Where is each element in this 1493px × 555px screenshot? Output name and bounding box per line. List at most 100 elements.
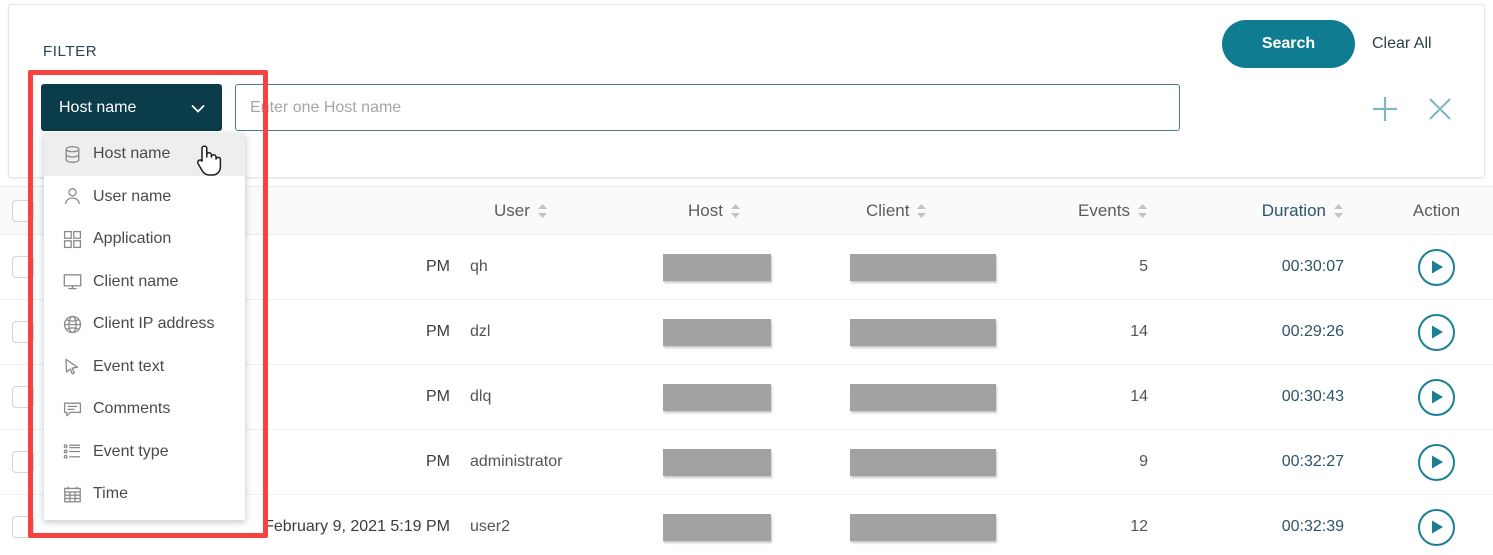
cell-events: 14 — [1130, 323, 1148, 340]
dropdown-item-label: Client name — [93, 272, 179, 290]
row-select-cell — [0, 516, 46, 538]
column-header-duration[interactable]: Duration — [1200, 201, 1380, 221]
cell-duration: 00:30:43 — [1281, 388, 1344, 405]
dropdown-item-application[interactable]: Application — [44, 218, 245, 261]
row-checkbox[interactable] — [12, 256, 34, 278]
cell-host — [660, 318, 850, 346]
cell-duration: 00:29:26 — [1281, 323, 1344, 340]
cell-duration: 00:32:39 — [1281, 518, 1344, 535]
row-checkbox[interactable] — [12, 516, 34, 538]
play-button[interactable] — [1418, 508, 1455, 546]
cell-user: qh — [470, 258, 488, 275]
add-filter-button[interactable] — [1368, 92, 1402, 126]
column-header-events[interactable]: Events — [1040, 201, 1200, 221]
cell-user: dlq — [470, 388, 492, 405]
cell-events: 9 — [1139, 453, 1148, 470]
play-button[interactable] — [1418, 378, 1455, 416]
play-icon — [1430, 259, 1444, 275]
globe-icon — [62, 314, 83, 335]
sort-icon[interactable] — [916, 203, 927, 219]
cell-action — [1380, 443, 1493, 481]
select-all-checkbox[interactable] — [12, 199, 34, 222]
sort-icon[interactable] — [730, 203, 741, 219]
comment-icon — [62, 399, 83, 420]
dropdown-item-comments[interactable]: Comments — [44, 388, 245, 431]
clear-all-button[interactable]: Clear All — [1372, 35, 1432, 53]
remove-filter-button[interactable] — [1423, 92, 1457, 126]
dropdown-item-label: Time — [93, 485, 128, 503]
cell-client — [850, 253, 1040, 281]
column-header-client-label: Client — [866, 200, 910, 220]
dropdown-item-event-text[interactable]: Event text — [44, 345, 245, 388]
grid-icon — [62, 229, 83, 250]
column-header-host-label: Host — [688, 200, 723, 220]
cell-client — [850, 513, 1040, 541]
cell-action — [1380, 248, 1493, 286]
cell-host — [660, 253, 850, 281]
database-icon — [62, 144, 83, 165]
list-icon — [62, 441, 83, 462]
filter-field-select-wrapper: Host name — [41, 84, 222, 131]
sort-icon[interactable] — [1333, 203, 1344, 219]
cell-client — [850, 448, 1040, 476]
cell-action — [1380, 313, 1493, 351]
column-header-action: Action — [1380, 201, 1493, 221]
row-select-cell — [0, 451, 46, 473]
column-header-user[interactable]: User — [470, 201, 660, 221]
redacted-host-value — [663, 383, 771, 411]
redacted-host-value — [663, 318, 771, 346]
search-button[interactable]: Search — [1222, 20, 1355, 68]
filter-field-dropdown-menu[interactable]: Host name User name Application Client n… — [44, 133, 245, 520]
cursor-icon — [62, 356, 83, 377]
dropdown-item-label: Application — [93, 230, 172, 248]
dropdown-item-label: User name — [93, 187, 172, 205]
play-icon — [1430, 389, 1444, 405]
filter-value-input[interactable] — [235, 84, 1180, 131]
chevron-down-icon — [188, 98, 208, 118]
play-icon — [1430, 324, 1444, 340]
filter-field-select[interactable]: Host name — [41, 84, 222, 131]
play-button[interactable] — [1418, 248, 1455, 286]
sort-icon[interactable] — [1137, 203, 1148, 219]
redacted-client-value — [850, 448, 996, 476]
dropdown-item-label: Comments — [93, 400, 171, 418]
cell-client — [850, 318, 1040, 346]
redacted-client-value — [850, 383, 996, 411]
cell-action — [1380, 508, 1493, 546]
app-root: FILTER Search Clear All Host name Enter … — [0, 0, 1493, 555]
row-checkbox[interactable] — [12, 451, 34, 473]
play-button[interactable] — [1418, 443, 1455, 481]
column-header-host[interactable]: Host — [660, 201, 850, 221]
filter-field-select-label: Host name — [59, 98, 137, 116]
redacted-host-value — [663, 253, 771, 281]
row-select-cell — [0, 386, 46, 408]
row-checkbox[interactable] — [12, 321, 34, 343]
cell-user: administrator — [470, 453, 563, 470]
cell-events: 12 — [1130, 518, 1148, 535]
dropdown-item-host-name[interactable]: Host name — [44, 133, 245, 176]
column-header-client[interactable]: Client — [850, 201, 1040, 221]
cell-duration: 00:32:27 — [1281, 453, 1344, 470]
dropdown-item-user-name[interactable]: User name — [44, 175, 245, 218]
play-icon — [1430, 519, 1444, 535]
cell-user: dzl — [470, 323, 491, 340]
dropdown-item-event-type[interactable]: Event type — [44, 430, 245, 473]
column-header-user-label: User — [494, 200, 530, 220]
sort-icon[interactable] — [537, 203, 548, 219]
cell-user: user2 — [470, 518, 511, 535]
column-header-events-label: Events — [1078, 200, 1130, 220]
dropdown-item-label: Client IP address — [93, 315, 215, 333]
redacted-host-value — [663, 448, 771, 476]
dropdown-item-time[interactable]: Time — [44, 473, 245, 516]
row-select-cell — [0, 321, 46, 343]
row-checkbox[interactable] — [12, 386, 34, 408]
column-header-action-label: Action — [1412, 200, 1461, 220]
dropdown-item-client-name[interactable]: Client name — [44, 260, 245, 303]
redacted-client-value — [850, 253, 996, 281]
dropdown-item-client-ip-address[interactable]: Client IP address — [44, 303, 245, 346]
cell-host — [660, 383, 850, 411]
cell-duration: 00:30:07 — [1281, 258, 1344, 275]
cell-events: 5 — [1139, 258, 1148, 275]
play-button[interactable] — [1418, 313, 1455, 351]
cell-host — [660, 513, 850, 541]
